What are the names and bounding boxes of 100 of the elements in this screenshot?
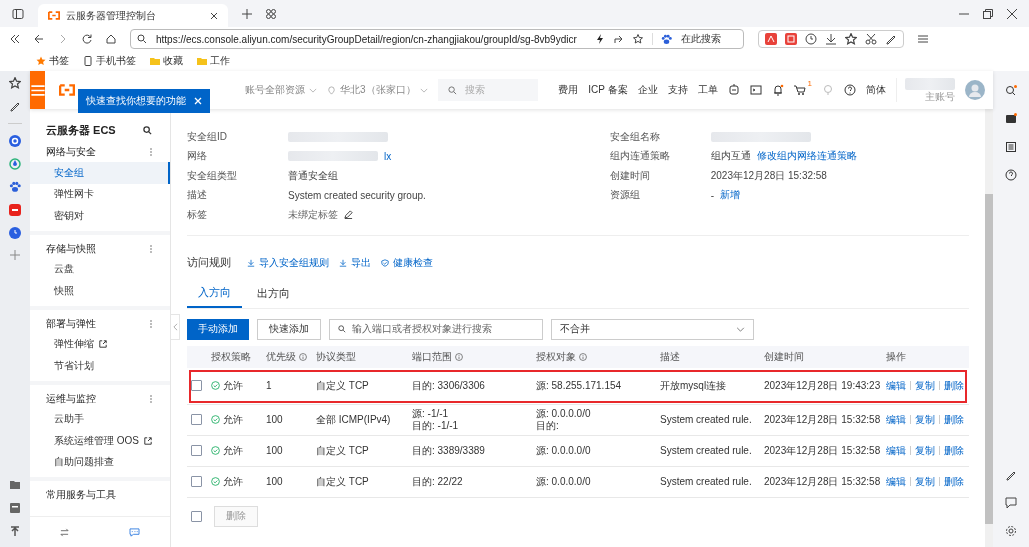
row-action-link[interactable]: 复制 bbox=[915, 378, 935, 393]
download-icon[interactable] bbox=[825, 33, 837, 45]
quick-add-button[interactable]: 快速添加 bbox=[257, 318, 321, 340]
nav-link[interactable]: ICP 备案 bbox=[588, 83, 628, 97]
bookmark[interactable]: 工作 bbox=[197, 54, 230, 68]
sidebar-item[interactable]: 弹性伸缩 bbox=[30, 333, 170, 355]
nav-link[interactable]: 费用 bbox=[558, 83, 579, 97]
row-action-link[interactable]: 删除 bbox=[944, 412, 964, 427]
robot-icon[interactable] bbox=[727, 84, 740, 96]
resource-scope-dropdown[interactable]: 账号全部资源 bbox=[245, 83, 318, 97]
action-link[interactable]: 新增 bbox=[720, 188, 741, 203]
nav-link[interactable]: 工单 bbox=[697, 83, 718, 97]
sidebar-item[interactable]: 云盘 bbox=[30, 258, 170, 280]
home-icon[interactable] bbox=[106, 34, 116, 44]
collapse-icon[interactable] bbox=[10, 34, 20, 44]
edit-icon[interactable] bbox=[344, 210, 353, 220]
row-action-link[interactable]: 复制 bbox=[915, 474, 935, 489]
sidebar-toggle-icon[interactable] bbox=[12, 7, 24, 20]
star-icon[interactable] bbox=[9, 77, 21, 89]
video-app-icon[interactable] bbox=[9, 204, 21, 216]
address-bar[interactable]: https://ecs.console.aliyun.com/securityGroupDetail/region/cn-zhangjiakou/groupId/sg-8vb9ydicr 在此搜索 bbox=[130, 29, 744, 49]
settings-icon[interactable] bbox=[1005, 525, 1017, 537]
new-tab-icon[interactable] bbox=[242, 8, 252, 19]
merge-select[interactable]: 不合并 bbox=[551, 318, 754, 340]
image-icon[interactable] bbox=[785, 33, 797, 45]
section-title[interactable]: 常用服务与工具 bbox=[46, 488, 116, 502]
row-action-link[interactable]: 删除 bbox=[944, 474, 964, 489]
help-icon[interactable] bbox=[1005, 169, 1017, 181]
checkbox[interactable] bbox=[191, 380, 202, 391]
checkbox[interactable] bbox=[191, 414, 202, 425]
search-icon[interactable] bbox=[143, 126, 152, 135]
back-icon[interactable] bbox=[34, 34, 44, 44]
search-app-icon[interactable] bbox=[9, 135, 21, 147]
drop-app-icon[interactable] bbox=[9, 158, 21, 170]
sidebar-item[interactable]: 云助手 bbox=[30, 408, 170, 430]
lightning-icon[interactable] bbox=[594, 34, 605, 44]
sidebar-item[interactable]: 节省计划 bbox=[30, 355, 170, 377]
cart-icon[interactable] bbox=[793, 84, 806, 96]
pen-icon[interactable] bbox=[9, 100, 21, 112]
sidebar-item[interactable]: 快照 bbox=[30, 280, 170, 302]
share-icon[interactable] bbox=[613, 34, 624, 44]
row-action-link[interactable]: 复制 bbox=[915, 412, 935, 427]
star-icon[interactable] bbox=[845, 33, 857, 45]
browser-tab[interactable]: 云服务器管理控制台 bbox=[38, 4, 228, 27]
pen-icon[interactable] bbox=[885, 33, 897, 45]
bookmark[interactable]: 收藏 bbox=[150, 54, 183, 68]
nav-link[interactable]: 支持 bbox=[667, 83, 688, 97]
row-action-link[interactable]: 删除 bbox=[944, 378, 964, 393]
search-icon[interactable] bbox=[1005, 85, 1017, 97]
action-link[interactable]: 导出 bbox=[339, 255, 371, 270]
help-icon[interactable] bbox=[844, 84, 856, 96]
clock-icon[interactable] bbox=[805, 33, 817, 45]
bell-icon[interactable] bbox=[771, 84, 784, 96]
region-dropdown[interactable]: 华北3（张家口） bbox=[327, 83, 428, 97]
checkbox[interactable] bbox=[191, 510, 202, 522]
star-icon[interactable] bbox=[632, 34, 643, 44]
row-action-link[interactable]: 编辑 bbox=[886, 443, 906, 458]
pdf-icon[interactable] bbox=[765, 33, 777, 45]
logo-icon[interactable] bbox=[59, 84, 76, 96]
row-action-link[interactable]: 删除 bbox=[944, 443, 964, 458]
chat-icon[interactable] bbox=[129, 527, 140, 537]
menu-icon[interactable] bbox=[918, 34, 928, 44]
sidebar-item[interactable]: 自助问题排查 bbox=[30, 451, 170, 473]
paw-icon[interactable] bbox=[660, 33, 672, 45]
section-title[interactable]: 存储与快照 bbox=[46, 241, 96, 256]
pen-icon[interactable] bbox=[1005, 469, 1017, 481]
sidebar-item[interactable]: 安全组 bbox=[30, 162, 170, 184]
row-action-link[interactable]: 编辑 bbox=[886, 412, 906, 427]
nav-link[interactable]: 企业 bbox=[637, 83, 658, 97]
book-icon[interactable] bbox=[1005, 113, 1017, 125]
clock-app-icon[interactable] bbox=[9, 227, 21, 239]
scrollbar[interactable] bbox=[985, 194, 993, 524]
reload-icon[interactable] bbox=[82, 34, 92, 44]
bookmark[interactable]: 书签 bbox=[36, 54, 69, 68]
list-icon[interactable] bbox=[1005, 141, 1017, 153]
restore-icon[interactable] bbox=[983, 8, 993, 19]
section-title[interactable]: 部署与弹性 bbox=[46, 316, 96, 331]
paw-icon[interactable] bbox=[9, 181, 21, 193]
sidebar-item[interactable]: 系统运维管理 OOS bbox=[30, 430, 170, 452]
language-link[interactable]: 简体 bbox=[866, 83, 886, 97]
pin-icon[interactable] bbox=[9, 525, 21, 537]
section-title[interactable]: 网络与安全 bbox=[46, 145, 96, 159]
window-icon[interactable] bbox=[9, 502, 21, 514]
tab[interactable]: 出方向 bbox=[246, 280, 301, 308]
swap-icon[interactable] bbox=[60, 527, 69, 537]
search-field[interactable]: 输入端口或者授权对象进行搜索 bbox=[329, 318, 543, 340]
action-link[interactable]: 导入安全组规则 bbox=[247, 255, 329, 270]
bookmark[interactable]: 手机书签 bbox=[83, 54, 136, 68]
row-action-link[interactable]: 编辑 bbox=[886, 378, 906, 393]
add-button[interactable]: 手动添加 bbox=[187, 318, 249, 340]
terminal-icon[interactable] bbox=[749, 84, 762, 96]
close-icon[interactable] bbox=[210, 11, 218, 20]
tab[interactable]: 入方向 bbox=[187, 280, 242, 308]
action-link[interactable]: 健康检查 bbox=[381, 255, 433, 270]
sidebar-item[interactable]: 密钥对 bbox=[30, 205, 170, 227]
chat-icon[interactable] bbox=[1005, 497, 1017, 509]
sidebar-item[interactable]: 弹性网卡 bbox=[30, 183, 170, 205]
row-action-link[interactable]: 编辑 bbox=[886, 474, 906, 489]
menu-button[interactable] bbox=[30, 71, 46, 109]
close-icon[interactable] bbox=[1007, 8, 1017, 19]
